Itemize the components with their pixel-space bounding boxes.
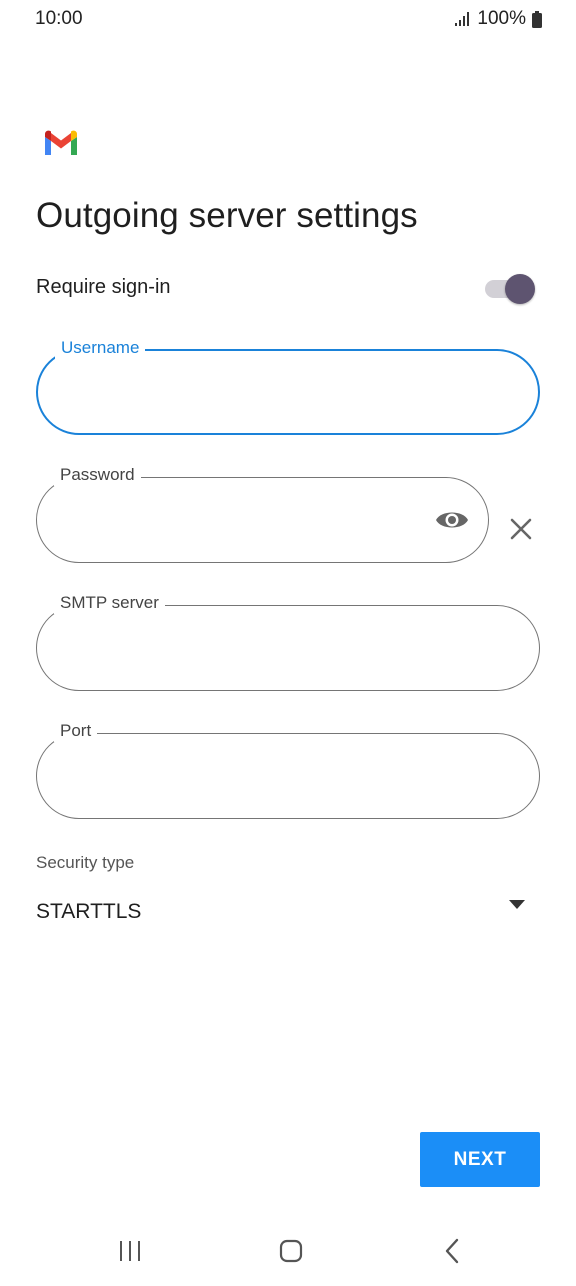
page-title: Outgoing server settings [36,196,418,235]
dropdown-arrow-icon [509,900,525,909]
username-input[interactable] [62,373,514,415]
home-icon[interactable] [279,1239,303,1263]
next-button[interactable]: NEXT [420,1132,540,1187]
require-signin-toggle[interactable] [485,274,535,304]
status-time: 10:00 [35,8,83,29]
password-field[interactable]: Password [36,464,489,563]
battery-icon [532,10,542,28]
gmail-logo [45,130,77,155]
smtp-server-field[interactable]: SMTP server [36,592,540,691]
recents-icon[interactable] [118,1240,142,1262]
require-signin-label: Require sign-in [36,276,171,298]
username-label: Username [55,337,146,359]
toggle-knob [505,274,535,304]
security-type-value: STARTTLS [36,900,142,923]
port-field[interactable]: Port [36,720,540,819]
username-field[interactable]: Username [36,337,540,435]
port-label: Port [54,720,98,742]
back-icon[interactable] [444,1238,460,1264]
smtp-server-input[interactable] [61,628,515,670]
signal-icon [455,12,470,26]
battery-percent: 100% [477,8,526,29]
eye-icon[interactable] [434,505,470,535]
smtp-server-label: SMTP server [54,592,165,614]
close-icon[interactable] [509,517,533,541]
password-label: Password [54,464,141,486]
port-input[interactable] [61,756,515,798]
password-input[interactable] [61,500,424,542]
security-type-label: Security type [36,853,135,872]
status-icons: 100% [455,8,542,30]
